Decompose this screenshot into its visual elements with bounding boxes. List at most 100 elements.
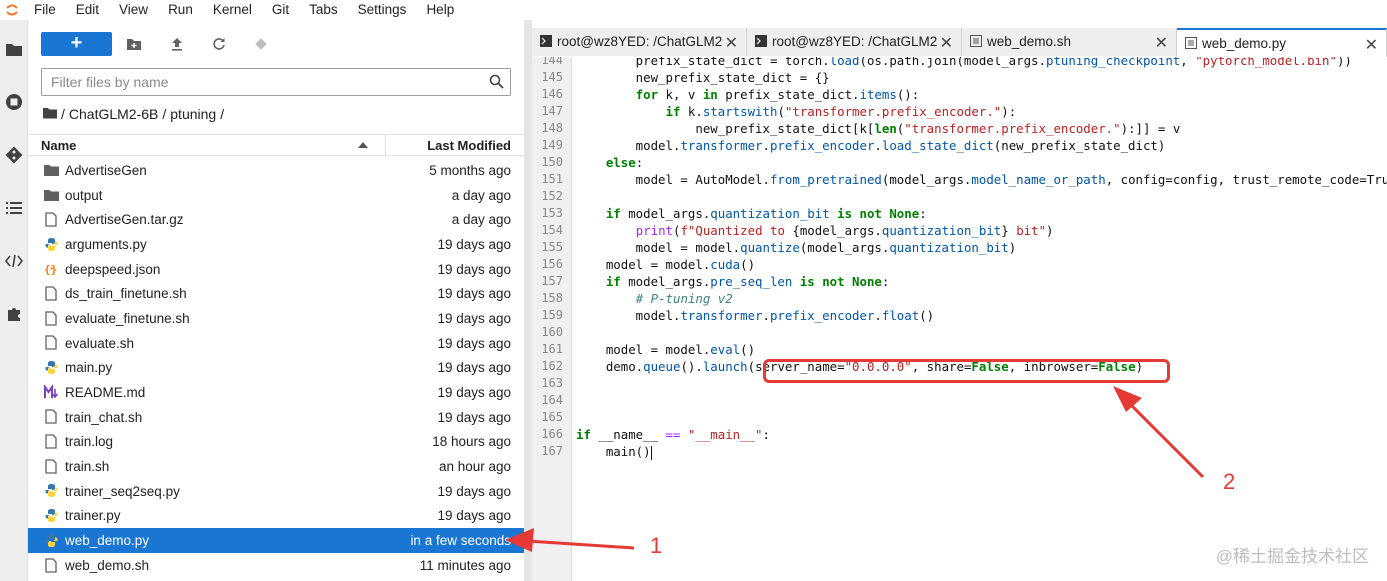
file-modified: 19 days ago [437, 286, 511, 302]
file-name: AdvertiseGen.tar.gz [65, 212, 184, 228]
stop-circle-icon[interactable] [3, 91, 25, 113]
file-row[interactable]: train.log 18 hours ago [28, 430, 524, 455]
file-row[interactable]: web_demo.sh 11 minutes ago [28, 553, 524, 578]
file-icon [970, 35, 982, 47]
file-filter-input[interactable] [51, 74, 471, 90]
puzzle-icon[interactable] [3, 303, 25, 325]
menu-run[interactable]: Run [158, 0, 203, 20]
breadcrumb-chatglm2[interactable]: ChatGLM2-6B [69, 106, 158, 122]
tab-terminal-1[interactable]: root@wz8YED: /ChatGLM2 ✕ [532, 28, 747, 56]
tab-label: web_demo.py [1202, 36, 1287, 51]
annotation-label-1: 1 [650, 533, 663, 558]
file-icon [43, 557, 59, 573]
code-line-157: if model_args.pre_seq_len is not None: [605, 274, 890, 289]
upload-icon[interactable] [168, 35, 186, 53]
menu-view[interactable]: View [109, 0, 158, 20]
close-icon[interactable]: ✕ [725, 33, 738, 53]
file-name: web_demo.py [65, 533, 150, 549]
file-name: deepspeed.json [65, 261, 161, 277]
file-browser-toolbar: + [28, 32, 524, 58]
line-number: 156 [541, 257, 563, 271]
code-line-167: main() [576, 444, 652, 460]
file-filter-search [41, 68, 511, 96]
sort-ascending-icon[interactable] [358, 142, 368, 148]
file-icon [43, 458, 59, 474]
tab-web-demo-py[interactable]: web_demo.py ✕ [1177, 28, 1387, 57]
file-modified: a day ago [451, 212, 511, 228]
git-clone-icon[interactable] [252, 35, 270, 53]
menu-settings[interactable]: Settings [348, 0, 417, 20]
file-row[interactable]: evaluate_finetune.sh 19 days ago [28, 306, 524, 331]
file-row[interactable]: trainer_seq2seq.py 19 days ago [28, 479, 524, 504]
menu-kernel[interactable]: Kernel [203, 0, 262, 20]
new-launcher-button[interactable]: + [41, 32, 112, 56]
file-row[interactable]: web_demo.py in a few seconds [28, 528, 524, 553]
column-name-header[interactable]: Name [41, 138, 76, 153]
tab-label: web_demo.sh [987, 34, 1072, 49]
annotation-highlight-box [763, 359, 1170, 383]
python-file-icon [43, 360, 59, 376]
file-row[interactable]: AdvertiseGen 5 months ago [28, 158, 524, 183]
python-file-icon [43, 532, 59, 548]
file-name: evaluate_finetune.sh [65, 310, 190, 326]
column-modified-header[interactable]: Last Modified [427, 138, 511, 153]
menu-tabs[interactable]: Tabs [299, 0, 348, 20]
file-row[interactable]: README.md 19 days ago [28, 380, 524, 405]
jupyterlab-window: File Edit View Run Kernel Git Tabs Setti… [0, 0, 1387, 581]
line-number: 163 [541, 376, 563, 390]
tab-terminal-2[interactable]: root@wz8YED: /ChatGLM2 ✕ [747, 28, 962, 56]
column-divider[interactable] [385, 135, 386, 157]
refresh-icon[interactable] [210, 35, 228, 53]
breadcrumb-folder-icon[interactable] [43, 106, 57, 122]
panel-splitter[interactable] [524, 20, 532, 581]
folder-icon[interactable] [3, 38, 25, 60]
file-modified: a day ago [451, 187, 511, 203]
line-number: 158 [541, 291, 563, 305]
code-editor[interactable]: 144 145 146 147 148 149 150 151 152 153 154 155 156 1… [532, 57, 1387, 581]
close-icon[interactable]: ✕ [1155, 33, 1168, 53]
line-number: 167 [541, 444, 563, 458]
code-line-146: for k, v in prefix_state_dict.items(): [635, 87, 920, 102]
tab-web-demo-sh[interactable]: web_demo.sh ✕ [962, 28, 1177, 56]
close-icon[interactable]: ✕ [940, 33, 953, 53]
file-modified: 19 days ago [437, 360, 511, 376]
file-modified: 19 days ago [437, 409, 511, 425]
terminal-icon [755, 35, 767, 47]
menubar: File Edit View Run Kernel Git Tabs Setti… [0, 0, 1387, 20]
breadcrumb-separator: / [61, 106, 65, 122]
list-icon[interactable] [3, 197, 25, 219]
file-row[interactable]: main.py 19 days ago [28, 356, 524, 381]
file-icon [43, 211, 59, 227]
tab-label: root@wz8YED: /ChatGLM2 [772, 34, 938, 49]
file-row[interactable]: AdvertiseGen.tar.gz a day ago [28, 207, 524, 232]
git-icon[interactable] [3, 144, 25, 166]
menu-file[interactable]: File [24, 0, 66, 20]
menu-git[interactable]: Git [262, 0, 299, 20]
menu-edit[interactable]: Edit [66, 0, 109, 20]
file-row[interactable]: arguments.py 19 days ago [28, 232, 524, 257]
file-row[interactable]: train.sh an hour ago [28, 454, 524, 479]
code-icon[interactable] [3, 250, 25, 272]
code-line-151: model = AutoModel.from_pretrained(model_… [576, 172, 1387, 187]
new-folder-icon[interactable] [125, 35, 143, 53]
file-row[interactable]: {} deepspeed.json 19 days ago [28, 257, 524, 282]
line-number: 153 [541, 206, 563, 220]
breadcrumb-ptuning[interactable]: ptuning [170, 106, 216, 122]
line-number-gutter: 144 145 146 147 148 149 150 151 152 153 154 155 156 1… [532, 57, 572, 581]
file-row[interactable]: trainer.py 19 days ago [28, 504, 524, 529]
code-line-161: model = model.eval() [576, 342, 756, 357]
file-row[interactable]: output a day ago [28, 183, 524, 208]
menu-help[interactable]: Help [416, 0, 464, 20]
file-row[interactable]: ds_train_finetune.sh 19 days ago [28, 281, 524, 306]
file-row[interactable]: train_chat.sh 19 days ago [28, 405, 524, 430]
line-number: 166 [541, 427, 563, 441]
annotation-label-2: 2 [1223, 469, 1236, 494]
file-browser-panel: + / ChatGLM2-6B [28, 20, 524, 581]
file-row[interactable]: evaluate.sh 19 days ago [28, 331, 524, 356]
file-name: trainer.py [65, 508, 121, 524]
file-modified: 18 hours ago [432, 434, 511, 450]
code-line-166: if __name__ == "__main__": [576, 427, 770, 442]
line-number: 159 [541, 308, 563, 322]
code-content[interactable]: prefix_state_dict = torch.load(os.path.j… [576, 57, 1387, 581]
close-icon[interactable]: ✕ [1365, 35, 1378, 55]
